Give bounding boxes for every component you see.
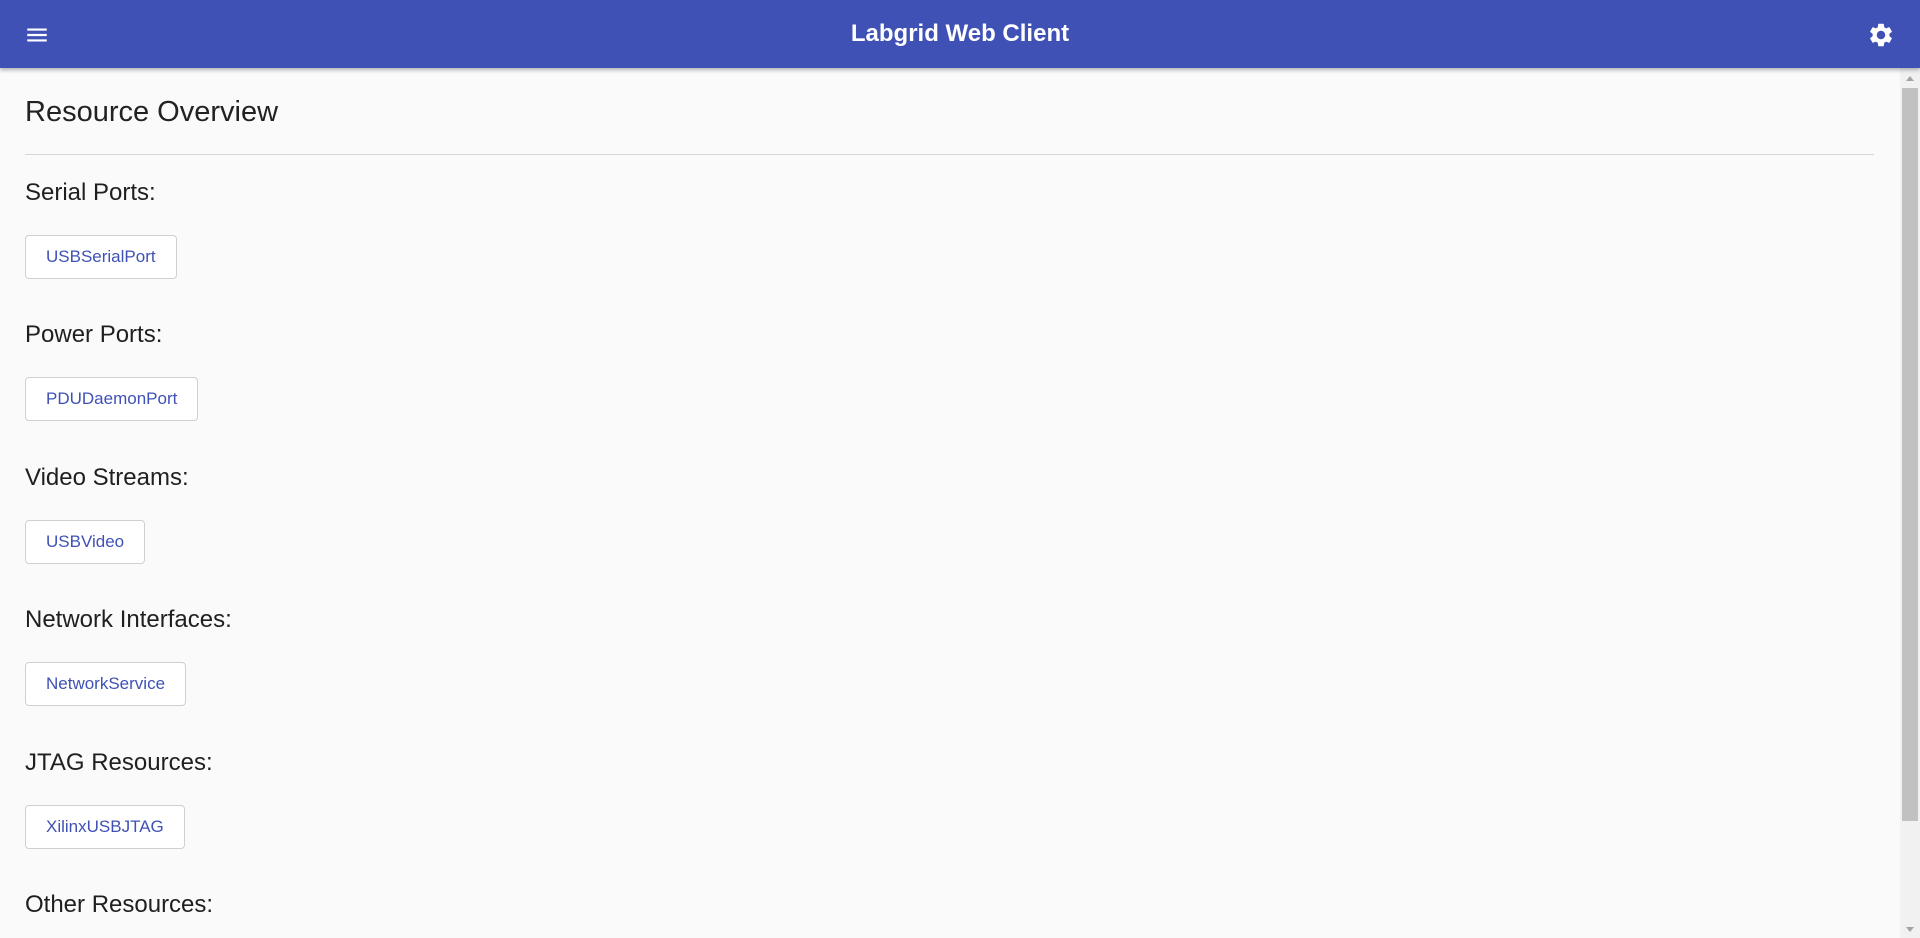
resource-chip-xilinxusbjtag[interactable]: XilinxUSBJTAG	[25, 805, 185, 849]
resource-chip-pdudaemonport[interactable]: PDUDaemonPort	[25, 377, 199, 421]
menu-button[interactable]	[20, 18, 54, 52]
section-title-video-streams: Video Streams:	[25, 464, 189, 491]
section-title-jtag-resources: JTAG Resources:	[25, 749, 213, 776]
section-title-other-resources: Other Resources:	[25, 891, 214, 918]
menu-icon	[27, 28, 47, 42]
resource-overview: Resource Overview Serial Ports: USBSeria…	[0, 68, 1900, 938]
gear-icon	[1870, 23, 1892, 47]
scroll-down-arrow-icon[interactable]	[1906, 927, 1914, 932]
vertical-scrollbar[interactable]	[1900, 68, 1920, 938]
divider	[25, 154, 1874, 155]
scrollbar-thumb[interactable]	[1902, 88, 1918, 821]
app-title: Labgrid Web Client	[850, 20, 1070, 47]
resource-chip-networkservice[interactable]: NetworkService	[25, 662, 187, 706]
settings-button[interactable]	[1864, 18, 1898, 52]
page-title: Resource Overview	[25, 96, 279, 128]
resource-chip-usbvideo[interactable]: USBVideo	[25, 520, 146, 564]
resource-chip-usbserialport[interactable]: USBSerialPort	[25, 235, 177, 279]
section-title-network-interfaces: Network Interfaces:	[25, 606, 232, 633]
section-title-serial-ports: Serial Ports:	[25, 179, 156, 206]
app-toolbar: Labgrid Web Client	[0, 0, 1920, 68]
section-title-power-ports: Power Ports:	[25, 321, 163, 348]
scroll-up-arrow-icon[interactable]	[1906, 76, 1914, 81]
